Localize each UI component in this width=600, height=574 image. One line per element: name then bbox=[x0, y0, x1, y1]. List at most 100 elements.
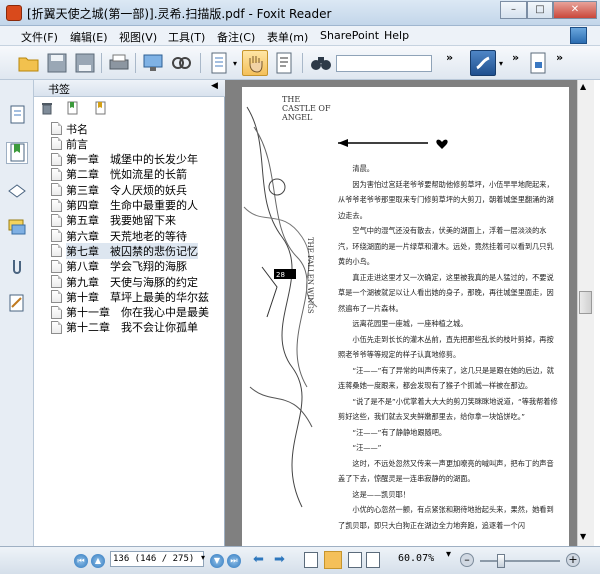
page-paragraph: 小优的心忽然一颤，有点紧张和期待地抬起头来，果然，她看到了凯贝耶，即只大白狗正在… bbox=[338, 505, 554, 530]
bookmark-item[interactable]: 第十一章 你在我心中是最美 bbox=[51, 305, 209, 320]
bookmark-page-icon bbox=[51, 275, 62, 288]
facing-page-icon[interactable] bbox=[348, 552, 362, 568]
zoom-slider[interactable] bbox=[480, 560, 560, 562]
dropdown-arrow-icon[interactable]: ▾ bbox=[233, 59, 237, 68]
page-number-input[interactable] bbox=[110, 551, 204, 567]
previous-page-icon[interactable]: ▲ bbox=[91, 554, 105, 568]
page-paragraph: “汪——”有了静静地跟随吧。 bbox=[352, 427, 447, 437]
open-folder-icon[interactable] bbox=[16, 50, 42, 76]
bookmark-item[interactable]: 书名 bbox=[51, 121, 88, 136]
pages-icon[interactable] bbox=[6, 104, 28, 126]
single-page-icon[interactable] bbox=[304, 552, 318, 568]
view-icon[interactable] bbox=[168, 50, 194, 76]
toolbar-separator bbox=[302, 53, 303, 73]
maximize-button[interactable]: □ bbox=[527, 1, 553, 19]
signatures-icon[interactable] bbox=[6, 292, 28, 314]
screen-icon[interactable] bbox=[140, 50, 166, 76]
add-child-bookmark-icon[interactable] bbox=[94, 101, 108, 115]
page-paragraph: 远离花园里一座城，一座种植之城。 bbox=[352, 319, 468, 328]
page-paragraph: 小伍先走到长长的灌木丛前，直先把那些乱长的枝叶剪掉，再按照老爷爷等等规定的样子认… bbox=[338, 334, 554, 360]
bookmark-item[interactable]: 第八章 学会飞翔的海豚 bbox=[51, 259, 187, 274]
binoculars-icon[interactable] bbox=[308, 50, 334, 76]
bookmark-item[interactable]: 第三章 令人厌烦的妖兵 bbox=[51, 182, 187, 197]
scroll-down-arrow[interactable]: ▼ bbox=[580, 532, 586, 541]
save-icon[interactable] bbox=[44, 50, 70, 76]
page-dropdown-icon[interactable]: ▾ bbox=[201, 553, 205, 562]
delete-bookmark-icon[interactable] bbox=[40, 101, 54, 115]
bookmark-item[interactable]: 第五章 我要她留下来 bbox=[51, 213, 176, 228]
bookmark-item[interactable]: 第一章 城堡中的长发少年 bbox=[51, 152, 198, 167]
toolbar-overflow-icon[interactable]: » bbox=[446, 51, 453, 64]
bookmark-item[interactable]: 第九章 天使与海豚的约定 bbox=[51, 274, 198, 289]
bookmark-item[interactable]: 第四章 生命中最重要的人 bbox=[51, 198, 198, 213]
scroll-thumb[interactable] bbox=[579, 291, 592, 314]
page-paragraph: 这时，不远处忽然又传来一声更加嘹亮的喊叫声，把布丁的声音盖了下去，惊醒灵是一连串… bbox=[338, 458, 554, 484]
continuous-page-icon[interactable] bbox=[324, 551, 342, 569]
panel-title: 书签 bbox=[48, 83, 70, 96]
art-title-line: THE bbox=[282, 95, 301, 104]
bookmark-label: 前言 bbox=[66, 137, 88, 151]
bookmark-label: 第五章 我要她留下来 bbox=[66, 214, 176, 228]
next-page-icon[interactable]: ▼ bbox=[210, 554, 224, 568]
menu-tools[interactable]: 工具(T) bbox=[168, 29, 205, 45]
menu-sharepoint[interactable]: SharePoint bbox=[320, 29, 379, 42]
zoom-dropdown-icon[interactable]: ▾ bbox=[446, 549, 451, 560]
chapter-ornament bbox=[338, 139, 448, 149]
forward-arrow-icon[interactable]: ➡ bbox=[274, 552, 285, 567]
bookmark-item[interactable]: 第二章 恍如流星的长箭 bbox=[51, 167, 187, 182]
vertical-scrollbar[interactable]: ▲ ▼ bbox=[577, 80, 594, 546]
menu-forms[interactable]: 表单(m) bbox=[267, 29, 308, 45]
first-page-icon[interactable]: ⏮ bbox=[74, 554, 88, 568]
bookmarks-icon[interactable] bbox=[6, 142, 28, 164]
menu-help[interactable]: Help bbox=[384, 29, 409, 42]
select-text-icon[interactable] bbox=[271, 50, 297, 76]
menu-file[interactable]: 文件(F) bbox=[21, 29, 58, 45]
close-button[interactable]: ✕ bbox=[553, 1, 597, 19]
toolbar-overflow-icon[interactable]: » bbox=[512, 51, 519, 64]
bookmark-item[interactable]: 第七章 被囚禁的悲伤记忆 bbox=[51, 242, 198, 259]
zoom-out-icon[interactable]: – bbox=[460, 553, 474, 567]
continuous-facing-icon[interactable] bbox=[366, 552, 380, 568]
page-paragraph: 真正走进这里才又一次确定，这里被我真的是人猛过的，不要说草是一个湖被就足以让人看… bbox=[338, 272, 554, 313]
toolbar-overflow-icon[interactable]: » bbox=[556, 51, 563, 64]
menu-edit[interactable]: 编辑(E) bbox=[70, 29, 108, 45]
scroll-up-arrow[interactable]: ▲ bbox=[580, 82, 586, 91]
search-input[interactable] bbox=[336, 55, 432, 72]
zoom-slider-thumb[interactable] bbox=[497, 554, 505, 568]
collapse-panel-icon[interactable]: ◀ bbox=[211, 81, 218, 91]
bookmark-page-icon bbox=[51, 183, 62, 197]
add-bookmark-icon[interactable] bbox=[66, 101, 80, 115]
bookmark-page-icon bbox=[51, 198, 62, 212]
art-title: THE CASTLE OF ANGEL bbox=[282, 95, 331, 122]
bookmark-item[interactable]: 前言 bbox=[51, 136, 88, 151]
zoom-in-icon[interactable]: + bbox=[566, 553, 580, 567]
save-all-icon[interactable] bbox=[72, 50, 98, 76]
status-bar: ⏮ ▲ ▾ ▼ ⏭ ⬅ ➡ 60.07% ▾ – + bbox=[0, 546, 600, 574]
bookmark-item[interactable]: 第六章 天荒地老的等待 bbox=[51, 228, 187, 243]
bookmark-label: 第三章 令人厌烦的妖兵 bbox=[66, 183, 187, 197]
minimize-button[interactable]: – bbox=[500, 1, 527, 19]
hand-tool-icon[interactable] bbox=[242, 50, 268, 76]
comments-icon[interactable] bbox=[6, 216, 28, 238]
dropdown-arrow-icon[interactable]: ▾ bbox=[499, 59, 503, 68]
attachments-icon[interactable] bbox=[6, 255, 28, 277]
bookmark-page-icon bbox=[51, 167, 62, 181]
bookmark-page-icon bbox=[51, 320, 62, 334]
bookmark-label: 第二章 恍如流星的长箭 bbox=[66, 168, 187, 182]
bookmark-item[interactable]: 第十二章 我不会让你孤单 bbox=[51, 320, 198, 335]
foxit-app-icon bbox=[6, 5, 22, 21]
back-arrow-icon[interactable]: ⬅ bbox=[253, 552, 264, 567]
menu-view[interactable]: 视图(V) bbox=[119, 29, 157, 45]
panel-toolbar bbox=[34, 97, 225, 119]
bookmark-item[interactable]: 第十章 草坪上最美的华尔兹 bbox=[51, 289, 209, 304]
menu-comments[interactable]: 备注(C) bbox=[217, 29, 255, 45]
bookmark-page-icon bbox=[51, 152, 62, 166]
last-page-icon[interactable]: ⏭ bbox=[227, 554, 241, 568]
page-layout-icon[interactable] bbox=[206, 50, 232, 76]
foxit-logo-icon[interactable] bbox=[470, 50, 496, 76]
bookmark-page-icon bbox=[51, 290, 62, 304]
restore-pane-icon[interactable] bbox=[570, 27, 587, 44]
document-lock-icon[interactable] bbox=[525, 50, 551, 76]
layers-icon[interactable] bbox=[6, 180, 28, 202]
print-icon[interactable] bbox=[106, 50, 132, 76]
